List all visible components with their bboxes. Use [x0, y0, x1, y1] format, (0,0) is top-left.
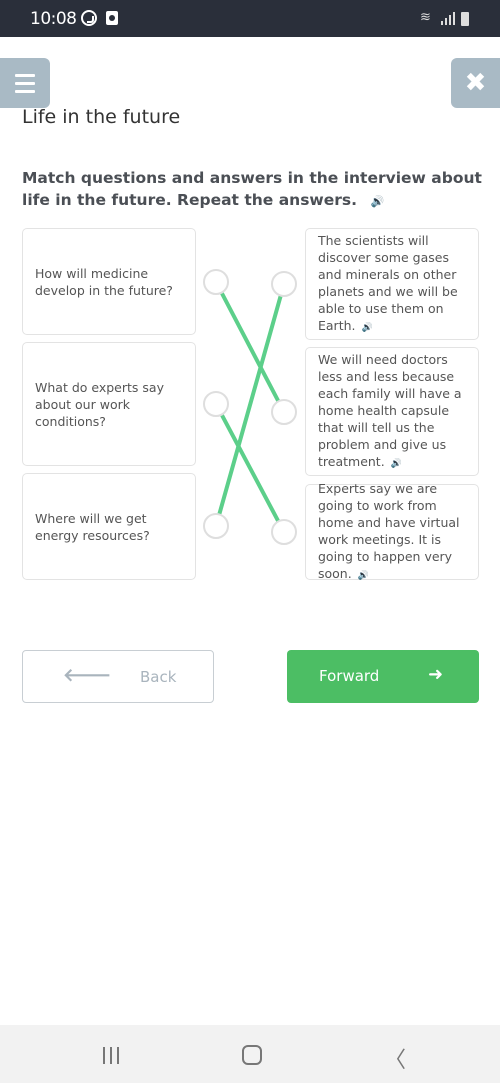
signal-icon — [441, 12, 455, 25]
wifi-icon: ≋ — [420, 10, 431, 25]
answer-text: We will need doctors less and less becau… — [318, 351, 462, 469]
question-text: How will medicine develop in the future? — [35, 265, 173, 298]
speaker-icon[interactable]: 🔊 — [362, 320, 373, 337]
exercise-instruction: Match questions and answers in the inter… — [22, 167, 482, 213]
back-button[interactable]: 🡐 Back — [22, 650, 214, 703]
question-connector[interactable] — [203, 391, 229, 417]
forward-button[interactable]: Forward ➜ — [287, 650, 479, 703]
answer-text: The scientists will discover some gases … — [318, 232, 458, 333]
battery-icon — [461, 12, 469, 26]
match-line — [219, 290, 281, 404]
close-button[interactable]: ✖ — [451, 58, 500, 108]
match-line — [219, 412, 281, 524]
close-icon: ✖ — [464, 68, 487, 98]
status-bar: 10:08 ≋ — [0, 0, 500, 37]
nav-back-icon[interactable]: 〈 — [384, 1042, 406, 1074]
status-time: 10:08 — [30, 9, 77, 29]
menu-button[interactable] — [0, 58, 50, 108]
answer-connector[interactable] — [271, 399, 297, 425]
forward-label: Forward — [319, 667, 380, 685]
question-card[interactable]: What do experts say about our work condi… — [22, 342, 196, 466]
answer-text: Experts say we are going to work from ho… — [318, 480, 460, 581]
speaker-icon[interactable]: 🔊 — [370, 191, 384, 213]
arrow-left-icon: 🡐 — [63, 665, 112, 686]
question-connector[interactable] — [203, 269, 229, 295]
answer-connector[interactable] — [271, 519, 297, 545]
recents-icon[interactable] — [103, 1047, 121, 1064]
question-card[interactable]: How will medicine develop in the future? — [22, 228, 196, 335]
question-connector[interactable] — [203, 513, 229, 539]
camera-notification-icon — [106, 11, 118, 25]
arrow-right-icon: ➜ — [428, 664, 444, 685]
page-title: Life in the future — [22, 106, 181, 128]
answer-connector[interactable] — [271, 271, 297, 297]
speaker-icon[interactable]: 🔊 — [391, 456, 402, 473]
back-label: Back — [140, 668, 177, 686]
home-icon[interactable] — [242, 1045, 262, 1065]
system-nav-bar: 〈 — [0, 1025, 500, 1083]
answer-card[interactable]: We will need doctors less and less becau… — [305, 347, 479, 476]
answer-card[interactable]: Experts say we are going to work from ho… — [305, 480, 479, 581]
answer-card[interactable]: The scientists will discover some gases … — [305, 228, 479, 340]
instruction-text: Match questions and answers in the inter… — [22, 169, 482, 209]
whatsapp-icon — [81, 10, 97, 26]
question-text: Where will we get energy resources? — [35, 510, 150, 543]
question-card[interactable]: Where will we get energy resources? — [22, 473, 196, 580]
speaker-icon[interactable]: 🔊 — [358, 568, 369, 585]
question-text: What do experts say about our work condi… — [35, 379, 164, 429]
